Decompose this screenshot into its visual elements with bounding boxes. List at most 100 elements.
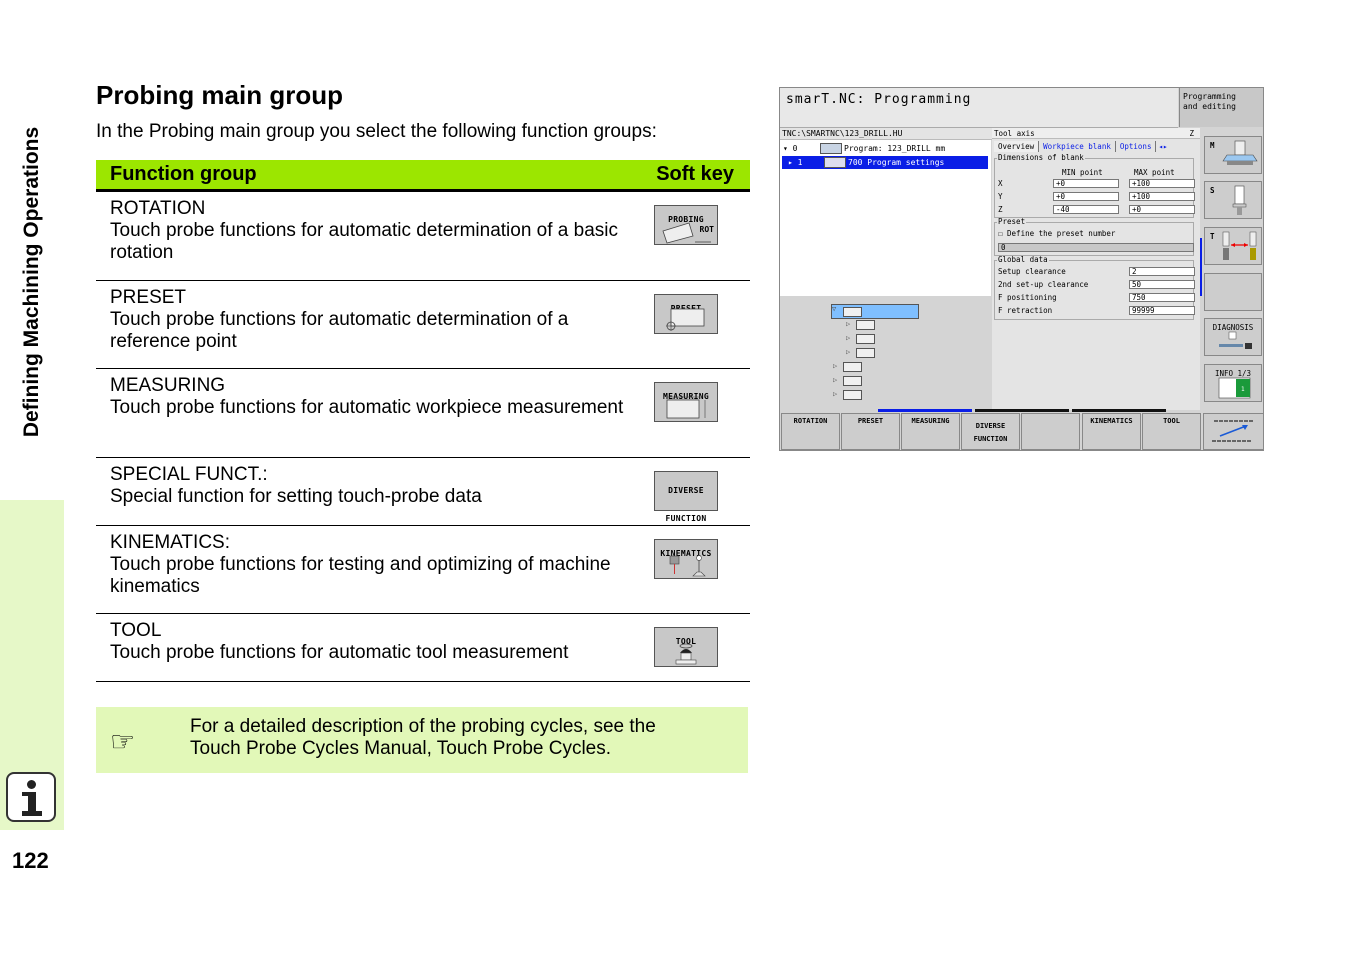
softkey-level-indicator bbox=[1072, 409, 1166, 412]
pointing-hand-icon: ☞ bbox=[110, 726, 136, 757]
structure-view: ▽ ▷ ▷ ▷ ▷ ▷ ▷ bbox=[780, 296, 991, 408]
preset-checkbox-label: Define the preset number bbox=[1007, 229, 1116, 238]
softkey-level-indicator bbox=[975, 409, 1069, 412]
global-label: 2nd set-up clearance bbox=[998, 280, 1089, 289]
scrollbar[interactable] bbox=[1200, 238, 1202, 296]
f-positioning-field[interactable]: 750 bbox=[1129, 293, 1195, 302]
note-box: ☞ For a detailed description of the prob… bbox=[96, 707, 748, 773]
empty-softkey[interactable] bbox=[1204, 273, 1262, 311]
note-line-2: Touch Probe Cycles Manual, Touch Probe C… bbox=[190, 738, 612, 759]
info-page-graphic: 1 bbox=[1218, 377, 1251, 399]
softkey-preset[interactable]: PRESET bbox=[841, 413, 900, 450]
z-max-field[interactable]: +0 bbox=[1129, 205, 1195, 214]
axis-label: Y bbox=[998, 192, 1003, 201]
softkey-level-indicator-active bbox=[878, 409, 972, 412]
file-path: TNC:\SMARTNC\123_DRILL.HU bbox=[780, 128, 993, 140]
tool-softkey-icon: TOOL bbox=[654, 627, 718, 667]
reference-point-icon bbox=[666, 308, 705, 331]
structure-node-selected[interactable]: ▽ bbox=[831, 304, 919, 319]
function-description: Touch probe functions for automatic tool… bbox=[110, 642, 569, 663]
axis-label: X bbox=[998, 179, 1003, 188]
tree-item[interactable]: ▾ 0 Program: 123_DRILL mm bbox=[780, 142, 989, 155]
info-icon bbox=[6, 772, 56, 822]
tool-probe-icon bbox=[675, 643, 697, 665]
cnc-title: smarT.NC: Programming bbox=[786, 92, 972, 107]
f-retraction-field[interactable]: 99999 bbox=[1129, 306, 1195, 315]
cnc-mode-indicator: Programming and editing bbox=[1179, 88, 1263, 127]
cnc-header: smarT.NC: Programming bbox=[780, 88, 1178, 128]
info-page-icon[interactable]: INFO 1/3 1 bbox=[1204, 364, 1262, 402]
function-description: Touch probe functions for automatic dete… bbox=[110, 220, 619, 263]
softkey-label: FUNCTION bbox=[973, 435, 1008, 443]
max-point-label: MAX point bbox=[1134, 168, 1175, 177]
table-row-tool: TOOL Touch probe functions for automatic… bbox=[96, 614, 750, 682]
y-min-field[interactable]: +0 bbox=[1053, 192, 1119, 201]
preset-checkbox[interactable]: ☐ Define the preset number bbox=[998, 229, 1115, 238]
global-label: F positioning bbox=[998, 293, 1057, 302]
horizontal-softkeys: ROTATION PRESET MEASURING DIVERSE FUNCTIO… bbox=[780, 413, 1263, 450]
softkey-tool[interactable]: TOOL bbox=[1142, 413, 1201, 450]
form-header-label: Tool axis bbox=[994, 129, 1035, 138]
header-function-group: Function group bbox=[110, 163, 257, 185]
machine-table-icon[interactable]: M bbox=[1204, 136, 1262, 174]
tab-options[interactable]: Options bbox=[1116, 141, 1157, 152]
kinematics-softkey-icon: KINEMATICS bbox=[654, 539, 718, 579]
softkey-next-row-icon[interactable] bbox=[1203, 413, 1263, 450]
spindle-icon[interactable]: S bbox=[1204, 181, 1262, 219]
softkey-empty[interactable] bbox=[1021, 413, 1080, 450]
softkey-rotation[interactable]: ROTATION bbox=[781, 413, 840, 450]
softkey-measuring[interactable]: MEASURING bbox=[901, 413, 960, 450]
tab-scroll-arrows-icon[interactable]: ◂▸ bbox=[1156, 141, 1169, 152]
softkey-diverse-function[interactable]: DIVERSE FUNCTION bbox=[961, 413, 1020, 450]
tab-workpiece-blank[interactable]: Workpiece blank bbox=[1039, 141, 1116, 152]
machine-table-graphic bbox=[1222, 140, 1258, 165]
mode-line-1: Programming bbox=[1183, 92, 1236, 101]
softkey-label: DIVERSE bbox=[975, 422, 1006, 430]
dimension-box-icon bbox=[666, 396, 706, 419]
tab-overview[interactable]: Overview bbox=[994, 141, 1040, 152]
preset-legend: Preset bbox=[998, 217, 1026, 226]
softkey-kinematics[interactable]: KINEMATICS bbox=[1082, 413, 1141, 450]
axis-label: Z bbox=[998, 205, 1003, 214]
global-label: F retraction bbox=[998, 306, 1053, 315]
note-text: For a detailed description of the probin… bbox=[190, 716, 656, 760]
tool-change-icon[interactable]: T bbox=[1204, 227, 1262, 265]
table-row-special-funct: SPECIAL FUNCT.: Special function for set… bbox=[96, 458, 750, 526]
tree-item-number: ▸ 1 bbox=[788, 158, 803, 167]
svg-text:1: 1 bbox=[1241, 386, 1245, 393]
header-soft-key: Soft key bbox=[656, 163, 734, 185]
diagnosis-icon[interactable]: DIAGNOSIS bbox=[1204, 318, 1262, 356]
program-icon bbox=[820, 143, 842, 154]
setup-clearance-field[interactable]: 2 bbox=[1129, 267, 1195, 276]
tool-change-graphic bbox=[1222, 231, 1257, 260]
softkey-label: PRESET bbox=[857, 417, 884, 425]
y-max-field[interactable]: +100 bbox=[1129, 192, 1195, 201]
softkey-label: ROTATION bbox=[793, 417, 828, 425]
tree-item-selected[interactable]: ▸ 1 700 Program settings bbox=[782, 156, 988, 169]
table-row-preset: PRESET Touch probe functions for automat… bbox=[96, 281, 750, 369]
program-settings-icon bbox=[824, 157, 846, 168]
min-point-label: MIN point bbox=[1062, 168, 1103, 177]
cnc-screenshot: smarT.NC: Programming Programming and ed… bbox=[779, 87, 1264, 451]
x-max-field[interactable]: +100 bbox=[1129, 179, 1195, 188]
form-header: Tool axis Z bbox=[992, 128, 1200, 139]
intro-text: In the Probing main group you select the… bbox=[96, 121, 657, 142]
page-number: 122 bbox=[12, 848, 49, 873]
global-label: Setup clearance bbox=[998, 267, 1066, 276]
second-setup-clearance-field[interactable]: 50 bbox=[1129, 280, 1195, 289]
x-min-field[interactable]: +0 bbox=[1053, 179, 1119, 188]
form-tabs: Overview Workpiece blank Options ◂▸ bbox=[994, 141, 1170, 152]
program-tree: ▾ 0 Program: 123_DRILL mm ▸ 1 700 Progra… bbox=[780, 140, 991, 296]
function-group-table: Function group Soft key ROTATION Touch p… bbox=[96, 160, 750, 682]
chapter-title: Defining Machining Operations bbox=[20, 126, 43, 438]
function-description: Touch probe functions for automatic dete… bbox=[110, 309, 569, 352]
rotation-softkey-icon: PROBING ROT bbox=[654, 205, 718, 245]
function-description: Special function for setting touch-probe… bbox=[110, 486, 482, 507]
z-min-field[interactable]: -40 bbox=[1053, 205, 1119, 214]
form-header-value: Z bbox=[1189, 129, 1194, 138]
softkey-label: MEASURING bbox=[911, 417, 950, 425]
global-data-legend: Global data bbox=[998, 255, 1048, 264]
preset-softkey-icon: PRESET bbox=[654, 294, 718, 334]
note-line-1: For a detailed description of the probin… bbox=[190, 716, 656, 737]
preset-number-field[interactable]: 0 bbox=[998, 243, 1194, 252]
